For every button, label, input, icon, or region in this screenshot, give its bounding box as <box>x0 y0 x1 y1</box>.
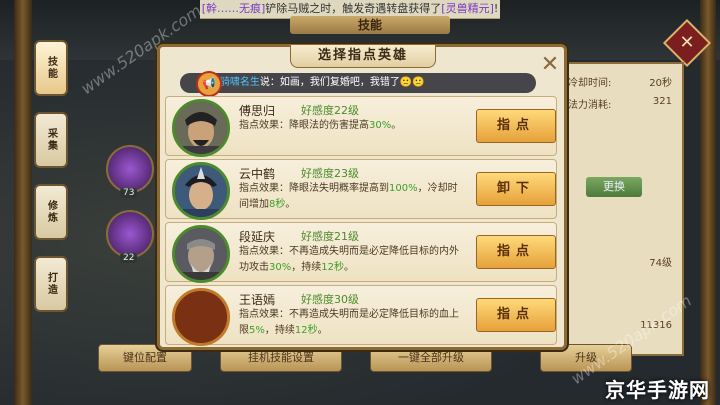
effect-value: 100% <box>389 183 418 194</box>
effect-value: 12秒 <box>294 325 318 336</box>
cooldown-label: 冷却时间: <box>568 78 612 89</box>
mana-label: 法力消耗: <box>568 100 612 111</box>
hero-portrait <box>172 99 230 157</box>
left-pillar <box>14 0 32 405</box>
notice-speaker[interactable]: 骑啸名生 <box>220 77 260 88</box>
unequip-button[interactable]: 卸下 <box>476 172 556 206</box>
chat-notice: [、骑啸名生说：如画，我们复婚吧，我错了🙁🙁 <box>180 73 536 93</box>
side-tab-list: 技能 采集 修炼 打造 <box>34 40 68 328</box>
hero-favor: 好感度21级 <box>301 230 359 243</box>
hero-row: 王语嫣 好感度30级 指点效果：不再造成失明而是必定降低目标的血上限5%，持续1… <box>165 285 557 346</box>
skill-level: 22 <box>120 253 138 263</box>
effect-value: 8秒 <box>269 199 286 210</box>
effect-value: 30% <box>269 262 292 273</box>
notice-text: 说：如画，我们复婚吧，我错了 <box>259 77 400 88</box>
hero-name: 段延庆 <box>239 230 276 244</box>
mana-row: 法力消耗: 321 <box>568 96 676 111</box>
mana-value: 321 <box>652 96 672 107</box>
cooldown-value: 20秒 <box>649 78 672 89</box>
megaphone-icon: 📢 <box>196 71 222 97</box>
hero-row: 段延庆 好感度21级 指点效果：不再造成失明而是必定降低目标的内外功攻击30%，… <box>165 222 557 283</box>
tab-skills[interactable]: 技能 <box>34 40 68 96</box>
hero-name: 傅思归 <box>239 104 276 118</box>
hero-favor: 好感度22级 <box>301 104 359 117</box>
effect-value: 12秒 <box>321 262 344 273</box>
close-x-icon: ✕ <box>679 32 695 53</box>
hero-name: 王语嫣 <box>239 293 276 307</box>
effect-text: 指点效果：降眼法失明概率提高到 <box>239 183 389 194</box>
tab-cultivate[interactable]: 修炼 <box>34 184 68 240</box>
skill-level: 73 <box>120 188 138 198</box>
effect-text: 指点效果：降眼法的伤害提高 <box>239 120 369 131</box>
change-button[interactable]: 更换 <box>586 177 642 197</box>
skill-icon[interactable] <box>106 145 154 193</box>
hero-favor: 好感度30级 <box>301 293 359 306</box>
effect-value: 30% <box>369 120 392 131</box>
broadcast-player: [幹……无痕] <box>201 2 266 15</box>
hero-portrait <box>172 288 230 346</box>
watermark-brand: 京华手游网 <box>605 378 710 402</box>
panel-title: 技能 <box>290 16 450 34</box>
hero-row: 云中鹤 好感度23级 指点效果：降眼法失明概率提高到100%，冷却时间增加8秒。… <box>165 159 557 220</box>
effect-text: 。 <box>343 262 354 273</box>
hero-effect: 指点效果：不再造成失明而是必定降低目标的血上限5%，持续12秒。 <box>239 307 461 339</box>
broadcast-suffix: ! <box>493 2 499 15</box>
guide-button[interactable]: 指点 <box>476 235 556 269</box>
skill-level-text: 74级 <box>649 258 672 269</box>
effect-text: ，持续 <box>264 325 295 336</box>
hero-effect: 指点效果：降眼法失明概率提高到100%，冷却时间增加8秒。 <box>239 181 461 213</box>
hero-portrait <box>172 225 230 283</box>
guide-button[interactable]: 指点 <box>476 298 556 332</box>
effect-value: 5% <box>249 325 265 336</box>
hero-name: 云中鹤 <box>239 167 276 181</box>
effect-text: ，持续 <box>291 262 322 273</box>
hero-favor: 好感度23级 <box>301 167 359 180</box>
dialog-title: 选择指点英雄 <box>290 45 436 68</box>
select-hero-dialog: 选择指点英雄 ✕ [、骑啸名生说：如画，我们复婚吧，我错了🙁🙁 📢 傅思归 好感… <box>157 44 567 350</box>
skill-icon[interactable] <box>106 210 154 258</box>
guide-button[interactable]: 指点 <box>476 109 556 143</box>
hero-portrait <box>172 162 230 220</box>
notice-emoji: 🙁🙁 <box>399 77 425 88</box>
hero-row: 傅思归 好感度22级 指点效果：降眼法的伤害提高30%。 指点 <box>165 96 557 157</box>
close-icon[interactable]: ✕ <box>540 54 560 76</box>
tab-craft[interactable]: 打造 <box>34 256 68 312</box>
tab-gather[interactable]: 采集 <box>34 112 68 168</box>
effect-text: 。 <box>285 199 296 210</box>
cooldown-row: 冷却时间: 20秒 <box>568 74 676 89</box>
effect-text: 。 <box>391 120 402 131</box>
broadcast-text: 铲除马贼之时，触发奇遇转盘获得了 <box>265 2 442 15</box>
effect-text: 。 <box>317 325 328 336</box>
hero-effect: 指点效果：降眼法的伤害提高30%。 <box>239 118 461 134</box>
hero-effect: 指点效果：不再造成失明而是必定降低目标的内外功攻击30%，持续12秒。 <box>239 244 461 276</box>
right-pillar <box>700 0 716 405</box>
broadcast-item: [灵兽精元] <box>441 2 494 15</box>
